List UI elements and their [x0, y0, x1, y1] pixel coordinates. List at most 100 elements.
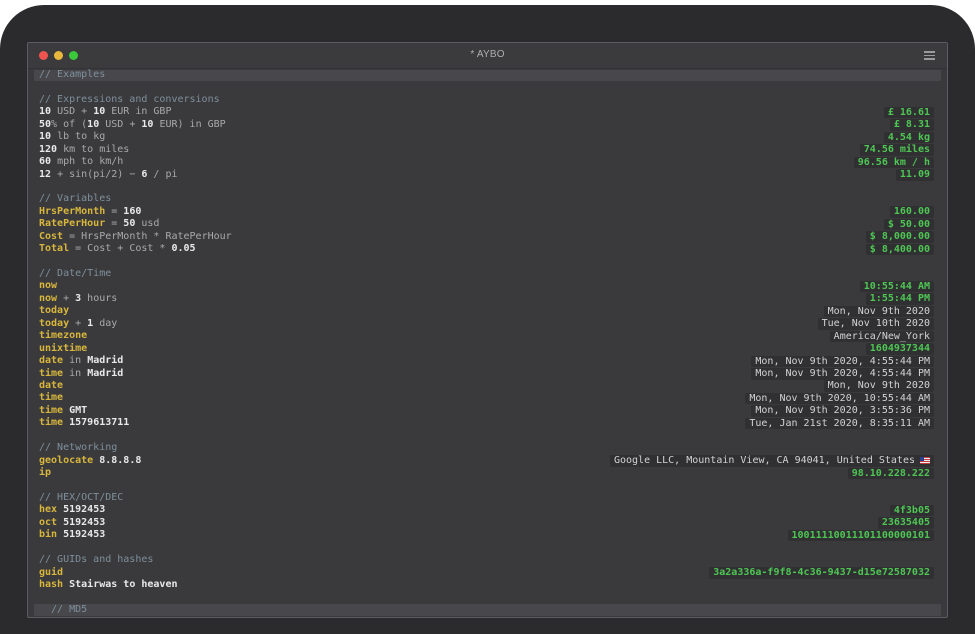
code-token: usd [135, 218, 159, 229]
code-line[interactable]: // MD5 [28, 604, 947, 616]
code-token: mph to km/h [51, 156, 123, 167]
result-badge[interactable]: £ 16.61 [884, 107, 934, 119]
result-badge[interactable]: Mon, Nov 9th 2020 [824, 380, 934, 392]
code-line[interactable]: hash Stairwas to heaven [28, 579, 947, 591]
result-badge[interactable]: 74.56 miles [860, 144, 934, 156]
code-line[interactable]: // Expressions and conversions [28, 94, 947, 106]
code-line[interactable]: // GUIDs and hashes [28, 554, 947, 566]
code-line[interactable]: 60 mph to km/h 96.56 km / h [28, 156, 947, 168]
code-line[interactable]: todayMon, Nov 9th 2020 [28, 305, 947, 317]
result-badge[interactable]: Mon, Nov 9th 2020 [824, 306, 934, 318]
code-line[interactable]: time GMTMon, Nov 9th 2020, 3:55:36 PM [28, 405, 947, 417]
code-line[interactable]: unixtime 1604937344 [28, 343, 947, 355]
result-text: £ 8.31 [894, 119, 930, 130]
result-badge[interactable]: Tue, Jan 21st 2020, 8:35:11 AM [745, 418, 934, 430]
code-line[interactable]: HrsPerMonth = 160160.00 [28, 206, 947, 218]
menu-button[interactable] [922, 50, 936, 62]
code-line[interactable]: ip98.10.228.222 [28, 467, 947, 479]
code-line[interactable]: // Variables [28, 193, 947, 205]
result-badge[interactable]: 10:55:44 AM [860, 281, 934, 293]
result-text: 3a2a336a-f9f8-4c36-9437-d15e72587032 [713, 567, 930, 578]
code-line[interactable]: 12 + sin(pi/2) − 6 / pi11.09 [28, 169, 947, 181]
code-line[interactable]: time 1579613711Tue, Jan 21st 2020, 8:35:… [28, 417, 947, 429]
result-badge[interactable]: 1:55:44 PM [866, 293, 934, 305]
code-line[interactable]: // HEX/OCT/DEC [28, 492, 947, 504]
code-line[interactable]: today + 1 dayTue, Nov 10th 2020 [28, 318, 947, 330]
code-token: // Expressions and conversions [39, 94, 220, 105]
blank-line[interactable] [28, 81, 947, 93]
code-token: timezone [39, 330, 87, 341]
blank-line[interactable] [28, 542, 947, 554]
code-line[interactable]: timezone America/New_York [28, 330, 947, 342]
code-line[interactable]: 120 km to miles74.56 miles [28, 144, 947, 156]
result-badge[interactable]: 4f3b05 [890, 505, 934, 517]
result-badge[interactable]: 4.54 kg [884, 132, 934, 144]
code-line[interactable]: bin 519245310011110011101100000101 [28, 529, 947, 541]
result-badge[interactable]: 3a2a336a-f9f8-4c36-9437-d15e72587032 [709, 567, 934, 579]
result-badge[interactable]: Google LLC, Mountain View, CA 94041, Uni… [610, 455, 934, 467]
code-line[interactable]: timeMon, Nov 9th 2020, 10:55:44 AM [28, 392, 947, 404]
result-badge[interactable]: Mon, Nov 9th 2020, 4:55:44 PM [751, 356, 934, 368]
code-line[interactable]: oct 519245323635405 [28, 517, 947, 529]
result-badge[interactable]: $ 8,000.00 [866, 231, 934, 243]
code-token: = Cost + Cost * [69, 243, 171, 254]
code-token: 10 [141, 119, 153, 130]
blank-line[interactable] [28, 591, 947, 603]
code-token: 10 [39, 131, 51, 142]
code-line[interactable]: now10:55:44 AM [28, 280, 947, 292]
result-text: 160.00 [894, 206, 930, 217]
code-line[interactable]: geolocate 8.8.8.8Google LLC, Mountain Vi… [28, 455, 947, 467]
code-token: unixtime [39, 343, 87, 354]
result-badge[interactable]: Mon, Nov 9th 2020, 10:55:44 AM [745, 393, 934, 405]
code-token: // Networking [39, 442, 117, 453]
result-text: Tue, Nov 10th 2020 [822, 318, 930, 329]
code-token: GMT [69, 405, 87, 416]
code-line[interactable]: now + 3 hours1:55:44 PM [28, 293, 947, 305]
result-badge[interactable]: 98.10.228.222 [848, 468, 934, 480]
result-badge[interactable]: 11.09 [896, 169, 934, 181]
code-token: hex [39, 504, 57, 515]
result-badge[interactable]: £ 8.31 [890, 119, 934, 131]
code-line[interactable]: time in MadridMon, Nov 9th 2020, 4:55:44… [28, 368, 947, 380]
result-badge[interactable]: 1604937344 [866, 343, 934, 355]
code-line[interactable]: Cost = HrsPerMonth * RatePerHour$ 8,000.… [28, 231, 947, 243]
result-text: 74.56 miles [864, 144, 930, 155]
blank-line[interactable] [28, 430, 947, 442]
code-line[interactable]: 50% of (10 USD + 10 EUR) in GBP£ 8.31 [28, 119, 947, 131]
blank-line[interactable] [28, 479, 947, 491]
code-line[interactable]: guid3a2a336a-f9f8-4c36-9437-d15e72587032 [28, 567, 947, 579]
title-bar: * AYBO [28, 43, 947, 69]
code-line[interactable]: // Networking [28, 442, 947, 454]
result-badge[interactable]: 96.56 km / h [854, 157, 934, 169]
editor[interactable]: // Examples // Expressions and conversion… [28, 69, 947, 618]
result-badge[interactable]: $ 8,400.00 [866, 244, 934, 256]
code-token: 60 [39, 156, 51, 167]
result-badge[interactable]: Mon, Nov 9th 2020, 4:55:44 PM [751, 368, 934, 380]
result-badge[interactable]: 10011110011101100000101 [788, 530, 934, 542]
code-line[interactable]: dateMon, Nov 9th 2020 [28, 380, 947, 392]
app-frame: * AYBO // Examples // Expressions and con… [0, 5, 975, 634]
code-line[interactable]: // Examples [28, 69, 947, 81]
result-text: 4f3b05 [894, 505, 930, 516]
result-badge[interactable]: Tue, Nov 10th 2020 [818, 318, 934, 330]
code-token: 10 [39, 106, 51, 117]
result-text: 1604937344 [870, 343, 930, 354]
result-badge[interactable]: 23635405 [878, 517, 934, 529]
result-badge[interactable]: Mon, Nov 9th 2020, 3:55:36 PM [751, 405, 934, 417]
code-line[interactable]: hex 51924534f3b05 [28, 504, 947, 516]
code-token: 10 [87, 119, 99, 130]
code-token: day [93, 318, 117, 329]
code-line[interactable]: 10 lb to kg4.54 kg [28, 131, 947, 143]
code-token: RatePerHour [39, 218, 105, 229]
result-badge[interactable]: 160.00 [890, 206, 934, 218]
code-token: Madrid [87, 368, 123, 379]
blank-line[interactable] [28, 181, 947, 193]
result-badge[interactable]: America/New_York [830, 331, 934, 343]
code-line[interactable]: 10 USD + 10 EUR in GBP£ 16.61 [28, 106, 947, 118]
blank-line[interactable] [28, 256, 947, 268]
result-badge[interactable]: $ 50.00 [884, 219, 934, 231]
code-line[interactable]: date in MadridMon, Nov 9th 2020, 4:55:44… [28, 355, 947, 367]
code-line[interactable]: Total = Cost + Cost * 0.05$ 8,400.00 [28, 243, 947, 255]
code-line[interactable]: RatePerHour = 50 usd$ 50.00 [28, 218, 947, 230]
code-line[interactable]: // Date/Time [28, 268, 947, 280]
